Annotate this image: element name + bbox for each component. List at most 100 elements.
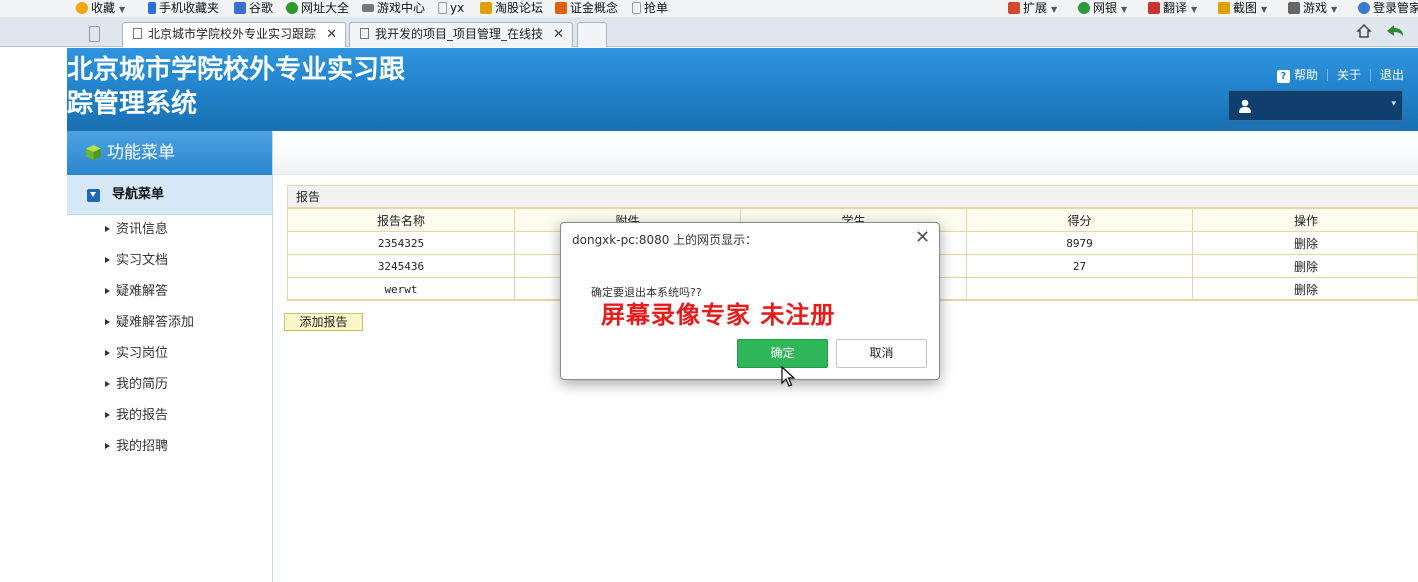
dialog-title: dongxk-pc:8080 上的网页显示： [572,233,758,247]
scissors-icon [1218,2,1230,14]
tab-my-projects[interactable]: 我开发的项目_项目管理_在线技 ✕ [349,22,573,47]
report-name-cell: werwt [287,277,515,301]
cancel-button[interactable]: 取消 [836,339,927,368]
yen-icon [1078,2,1090,14]
toolbar-translate[interactable]: 翻译 ▼ [1148,1,1197,15]
watermark-text: 屏幕录像专家 未注册 [601,300,836,329]
bookmarks-bar: 收藏 ▼ 手机收藏夹 谷歌 网址大全 游戏中心 yx 淘股论坛 证金概念 抢单 扩… [0,0,1418,17]
page-icon [360,28,369,39]
gamepad-icon [1288,2,1300,14]
report-name-cell: 2354325 [287,231,515,255]
translate-icon [1148,2,1160,14]
user-icon [1239,99,1251,113]
bookmark-favorites[interactable]: 收藏 ▼ [76,1,125,15]
page-icon [438,2,447,14]
site-title: 北京城市学院校外专业实习跟踪管理系统 [67,55,406,119]
divider [1369,69,1371,81]
help-link[interactable]: ? 帮助 [1276,66,1318,83]
nav-menu-header[interactable]: 导航菜单 [67,175,272,215]
toolbar-screenshot[interactable]: 截图 ▼ [1218,1,1267,15]
about-link[interactable]: 关于 [1337,66,1361,83]
toolbar-extensions[interactable]: 扩展 ▼ [1008,1,1057,15]
site-header: 北京城市学院校外专业实习跟踪管理系统 ? 帮助 关于 退出 ▾ [67,48,1418,131]
bookmark-google[interactable]: 谷歌 [234,1,273,15]
logout-link[interactable]: 退出 [1380,66,1404,83]
gamepad-icon [362,4,374,12]
sidebar-item-faq[interactable]: 疑难解答 [105,282,168,302]
delete-link[interactable]: 删除 [1192,254,1418,278]
caret-down-icon: ▼ [1121,5,1128,14]
sidebar-item-recruitment[interactable]: 我的招聘 [105,437,168,457]
user-dropdown[interactable]: ▾ [1228,90,1403,121]
sidebar-item-news[interactable]: 资讯信息 [105,220,168,240]
bookmark-sites[interactable]: 网址大全 [286,1,349,15]
sidebar: 功能菜单 导航菜单 资讯信息 实习文档 疑难解答 疑难解答添加 实习岗位 我的简… [67,131,273,582]
bookmark-yx[interactable]: yx [438,1,464,15]
caret-down-icon: ▼ [1331,5,1338,14]
triangle-right-icon [105,226,110,232]
column-header: 得分 [966,208,1193,232]
help-icon: ? [1276,70,1290,83]
phone-icon [148,2,156,14]
bookmark-qiangdan[interactable]: 抢单 [632,1,668,15]
tab-internship-system[interactable]: 北京城市学院校外专业实习跟踪 ✕ [122,22,346,47]
bookmark-zhengjin[interactable]: 证金概念 [555,1,618,15]
cube-icon [86,145,101,160]
home-icon[interactable] [1356,23,1372,39]
google-icon [234,2,246,14]
close-icon[interactable]: ✕ [553,23,564,46]
caret-down-icon: ▼ [1191,5,1198,14]
triangle-right-icon [105,412,110,418]
key-icon [1358,2,1370,14]
toolbar-login-manager[interactable]: 登录管家 [1358,1,1418,15]
flame-icon [555,2,567,14]
bookmark-taogu[interactable]: 淘股论坛 [480,1,543,15]
collapse-icon [87,189,100,202]
toolbar-games[interactable]: 游戏 ▼ [1288,1,1337,15]
leaf-icon [480,2,492,14]
sidebar-item-reports[interactable]: 我的报告 [105,406,168,426]
triangle-right-icon [105,288,110,294]
triangle-right-icon [105,257,110,263]
triangle-right-icon [105,381,110,387]
content-top-bar [273,131,1418,175]
star-icon [76,2,88,14]
caret-down-icon: ▼ [1051,5,1058,14]
header-links: ? 帮助 关于 退出 [1276,66,1404,83]
new-tab-button[interactable] [577,22,607,47]
globe-icon [286,2,298,14]
mouse-cursor-icon [781,366,795,387]
column-header: 操作 [1192,208,1418,232]
bookmark-mobile[interactable]: 手机收藏夹 [148,1,219,15]
confirm-dialog: dongxk-pc:8080 上的网页显示： ✕ 确定要退出本系统吗?? 屏幕录… [560,222,940,380]
bookmark-games[interactable]: 游戏中心 [362,1,425,15]
panel-title: 报告 [288,186,1418,208]
function-menu-header: 功能菜单 [67,131,272,175]
sidebar-item-faq-add[interactable]: 疑难解答添加 [105,313,194,333]
toolbar-bank[interactable]: 网银 ▼ [1078,1,1127,15]
caret-down-icon: ▼ [119,5,126,14]
report-name-cell: 3245436 [287,254,515,278]
caret-down-icon: ▾ [1391,99,1396,109]
close-icon[interactable]: ✕ [915,228,930,248]
caret-down-icon: ▼ [1261,5,1268,14]
score-cell [966,277,1193,301]
sidebar-toggle-icon[interactable] [89,26,100,42]
page-icon [133,28,142,39]
triangle-right-icon [105,319,110,325]
delete-link[interactable]: 删除 [1192,277,1418,301]
score-cell: 27 [966,254,1193,278]
sidebar-item-documents[interactable]: 实习文档 [105,251,168,271]
score-cell: 8979 [966,231,1193,255]
delete-link[interactable]: 删除 [1192,231,1418,255]
sidebar-item-resume[interactable]: 我的简历 [105,375,168,395]
ok-button[interactable]: 确定 [737,339,828,368]
divider [1326,69,1328,81]
browser-tab-strip: 北京城市学院校外专业实习跟踪 ✕ 我开发的项目_项目管理_在线技 ✕ [0,17,1418,47]
close-icon[interactable]: ✕ [326,23,337,46]
add-report-button[interactable]: 添加报告 [284,313,363,331]
sidebar-item-positions[interactable]: 实习岗位 [105,344,168,364]
triangle-right-icon [105,350,110,356]
back-arrow-icon[interactable] [1386,24,1404,38]
grid-icon [1008,2,1020,14]
